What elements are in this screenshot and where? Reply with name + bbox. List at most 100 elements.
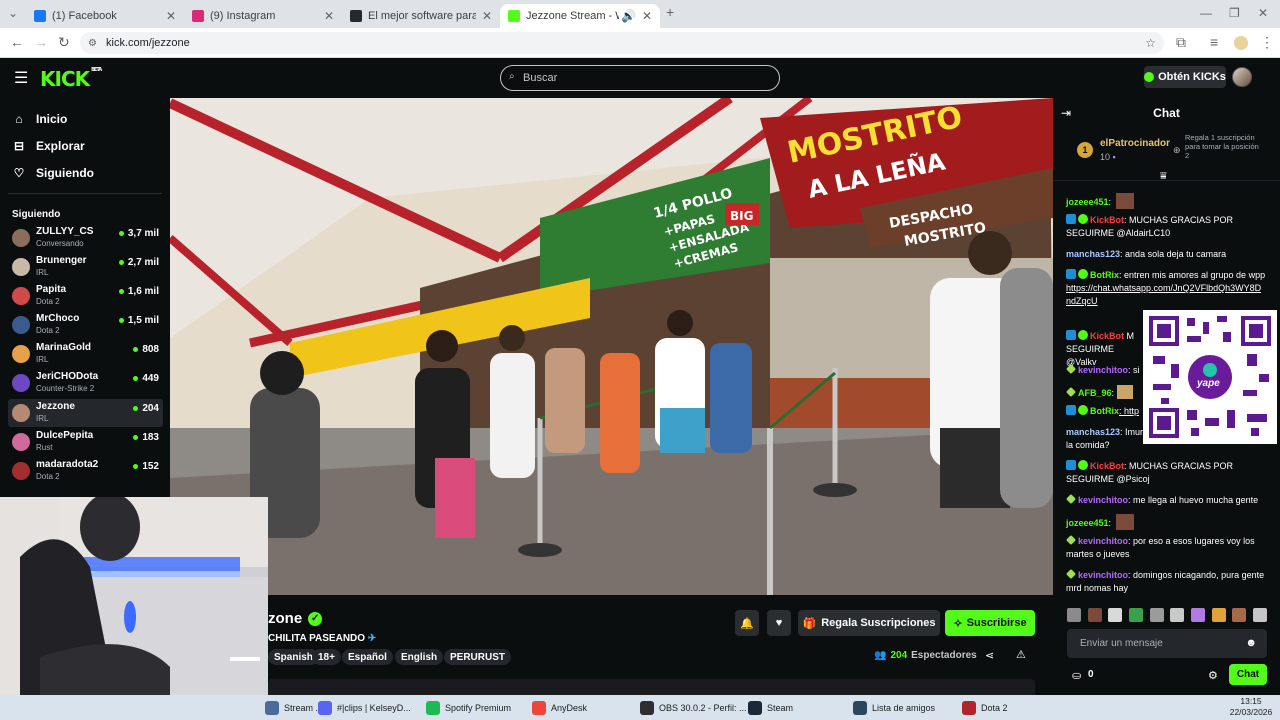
following-section-title: Siguiendo bbox=[12, 209, 61, 220]
emote-icon[interactable] bbox=[1252, 608, 1267, 622]
send-chat-button[interactable]: Chat bbox=[1229, 664, 1267, 685]
following-channel-mrchoco[interactable]: MrChoco Dota 2 1,5 mil bbox=[8, 311, 163, 339]
taskbar-item[interactable]: #|clips | KelseyD... bbox=[318, 695, 411, 720]
close-icon[interactable]: ✕ bbox=[482, 9, 492, 23]
sidebar: ⌂ Inicio ⊟ Explorar ♡ Siguiendo Siguiend… bbox=[0, 98, 170, 498]
heart-icon: ♡ bbox=[13, 166, 25, 180]
chat-settings-icon[interactable]: ⚙ bbox=[1208, 669, 1218, 682]
close-icon[interactable]: ✕ bbox=[642, 9, 652, 23]
site-info-icon[interactable]: ⚙ bbox=[88, 38, 97, 49]
emote-icon[interactable] bbox=[1108, 608, 1123, 622]
taskbar-item[interactable]: Spotify Premium bbox=[426, 695, 511, 720]
close-icon[interactable]: ✕ bbox=[166, 9, 176, 23]
chat-link[interactable]: https://chat.whatsapp.com/JnQ2VFlbdQh3WY… bbox=[1066, 283, 1261, 306]
plane-emoji-icon: ✈ bbox=[365, 633, 377, 644]
beta-badge: BETA bbox=[91, 67, 102, 73]
tag-18plus[interactable]: 18+ bbox=[312, 649, 341, 665]
emote-icon[interactable] bbox=[1087, 608, 1102, 622]
nav-siguiendo[interactable]: ♡ Siguiendo bbox=[12, 166, 94, 180]
divider bbox=[8, 193, 162, 194]
chat-title: Chat bbox=[1153, 106, 1180, 120]
points-icon: ⛀ bbox=[1072, 670, 1082, 682]
following-channel-jerichodota[interactable]: JeriCHODota Counter-Strike 2 449 bbox=[8, 369, 163, 397]
pin-toggle-icon[interactable]: ⩸ bbox=[1160, 170, 1167, 183]
taskbar-item[interactable]: Lista de amigos bbox=[853, 695, 935, 720]
moderator-badge-icon bbox=[1066, 214, 1076, 224]
emote-icon[interactable] bbox=[1190, 608, 1205, 622]
emote-icon[interactable] bbox=[1170, 608, 1185, 622]
tab-github[interactable]: El mejor software para potenciar ✕ bbox=[342, 4, 500, 28]
emote-icon[interactable] bbox=[1128, 608, 1143, 622]
restore-icon[interactable]: ❐ bbox=[1229, 6, 1240, 20]
menu-dots-icon[interactable]: ⋮ bbox=[1260, 34, 1274, 51]
channel-viewers: 2,7 mil bbox=[119, 257, 159, 268]
following-channel-papita[interactable]: Papita Dota 2 1,6 mil bbox=[8, 282, 163, 310]
chat-message-input[interactable]: Enviar un mensaje ☻ bbox=[1067, 629, 1267, 658]
sponsor-name[interactable]: elPatrocinador bbox=[1100, 138, 1170, 149]
following-channel-marinagold[interactable]: MarinaGold IRL 808 bbox=[8, 340, 163, 368]
system-clock[interactable]: 13:15 22/03/2026 bbox=[1228, 696, 1274, 718]
search-input[interactable]: ⌕ Buscar bbox=[500, 65, 780, 91]
channel-name: Jezzone bbox=[36, 401, 75, 412]
emote-icon[interactable] bbox=[1211, 608, 1226, 622]
close-window-icon[interactable]: ✕ bbox=[1258, 6, 1268, 20]
forward-icon[interactable]: → bbox=[34, 34, 48, 50]
share-icon[interactable]: ⋖ bbox=[985, 649, 994, 662]
taskbar-item[interactable]: Stream ... bbox=[265, 695, 323, 720]
channel-viewers: 3,7 mil bbox=[119, 228, 159, 239]
media-control-icon[interactable]: ≡ bbox=[1210, 34, 1218, 50]
address-bar: ← → ↻ ⚙ kick.com/jezzone ☆ ⧉ ≡ ⋮ bbox=[0, 28, 1280, 58]
channel-category: IRL bbox=[36, 355, 49, 364]
gift-subs-button[interactable]: 🎁 Regala Suscripciones bbox=[798, 610, 940, 636]
user-avatar[interactable] bbox=[1232, 67, 1252, 87]
following-channel-zullyy_cs[interactable]: ZULLYY_CS Conversando 3,7 mil bbox=[8, 224, 163, 252]
back-icon[interactable]: ← bbox=[10, 34, 24, 50]
reload-icon[interactable]: ↻ bbox=[58, 34, 70, 51]
notification-bell-button[interactable]: 🔔 bbox=[735, 610, 759, 636]
taskbar-item[interactable]: OBS 30.0.2 - Perfil: ... bbox=[640, 695, 747, 720]
taskbar-item[interactable]: Dota 2 bbox=[962, 695, 1008, 720]
home-icon: ⌂ bbox=[15, 112, 23, 126]
emoji-picker-icon[interactable]: ☻ bbox=[1245, 637, 1257, 649]
channel-name: JeriCHODota bbox=[36, 371, 99, 382]
following-channel-madaradota2[interactable]: madaradota2 Dota 2 152 bbox=[8, 457, 163, 485]
following-channel-brunenger[interactable]: Brunenger IRL 2,7 mil bbox=[8, 253, 163, 281]
video-player[interactable]: MOSTRITO A LA LEÑA 1/4 POLLO +PAPAS +ENS… bbox=[170, 98, 1053, 595]
following-channel-dulcepepita[interactable]: DulcePepita Rust 183 bbox=[8, 428, 163, 456]
bookmark-star-icon[interactable]: ☆ bbox=[1145, 36, 1156, 50]
webcam-frame bbox=[0, 497, 268, 720]
following-channel-jezzone[interactable]: Jezzone IRL 204 bbox=[8, 399, 163, 427]
app-icon bbox=[318, 700, 332, 715]
users-icon: 👥 bbox=[874, 650, 887, 661]
tab-kick[interactable]: Jezzone Stream - Watch Live 🔊 ✕ bbox=[500, 4, 660, 28]
tag-perurust[interactable]: PERURUST bbox=[444, 649, 512, 665]
channel-avatar bbox=[12, 316, 30, 334]
emote-icon[interactable] bbox=[1232, 608, 1247, 622]
nav-inicio[interactable]: ⌂ Inicio bbox=[12, 112, 67, 126]
tag-espanol[interactable]: Español bbox=[342, 649, 393, 665]
nav-explorar[interactable]: ⊟ Explorar bbox=[12, 139, 85, 153]
minimize-icon[interactable]: — bbox=[1200, 6, 1212, 20]
tab-instagram[interactable]: (9) Instagram ✕ bbox=[184, 4, 342, 28]
channel-viewers: 1,6 mil bbox=[119, 286, 159, 297]
hamburger-menu-icon[interactable]: ☰ bbox=[14, 68, 28, 88]
channel-avatar bbox=[12, 462, 30, 480]
report-icon[interactable]: ⚠ bbox=[1016, 648, 1026, 661]
kick-logo[interactable]: KICK BETA bbox=[40, 67, 102, 91]
taskbar-item[interactable]: AnyDesk bbox=[532, 695, 587, 720]
tab-search-icon[interactable]: ⌄ bbox=[8, 6, 18, 20]
emote-icon[interactable] bbox=[1067, 608, 1081, 622]
close-icon[interactable]: ✕ bbox=[324, 9, 334, 23]
subscribe-button[interactable]: ✧ Suscribirse bbox=[945, 610, 1035, 636]
follow-heart-button[interactable]: ♥ bbox=[767, 610, 791, 636]
tab-facebook[interactable]: (1) Facebook ✕ bbox=[26, 4, 184, 28]
emote-icon[interactable] bbox=[1149, 608, 1164, 622]
new-tab-button[interactable]: + bbox=[666, 4, 674, 20]
profile-avatar[interactable] bbox=[1234, 36, 1248, 50]
taskbar-item[interactable]: Steam bbox=[748, 695, 793, 720]
tag-english[interactable]: English bbox=[395, 649, 444, 665]
get-kicks-button[interactable]: Obtén KICKs bbox=[1144, 66, 1226, 88]
extensions-icon[interactable]: ⧉ bbox=[1176, 34, 1186, 51]
speaker-icon[interactable]: 🔊 bbox=[621, 9, 636, 23]
url-field[interactable]: ⚙ kick.com/jezzone ☆ bbox=[80, 32, 1164, 54]
